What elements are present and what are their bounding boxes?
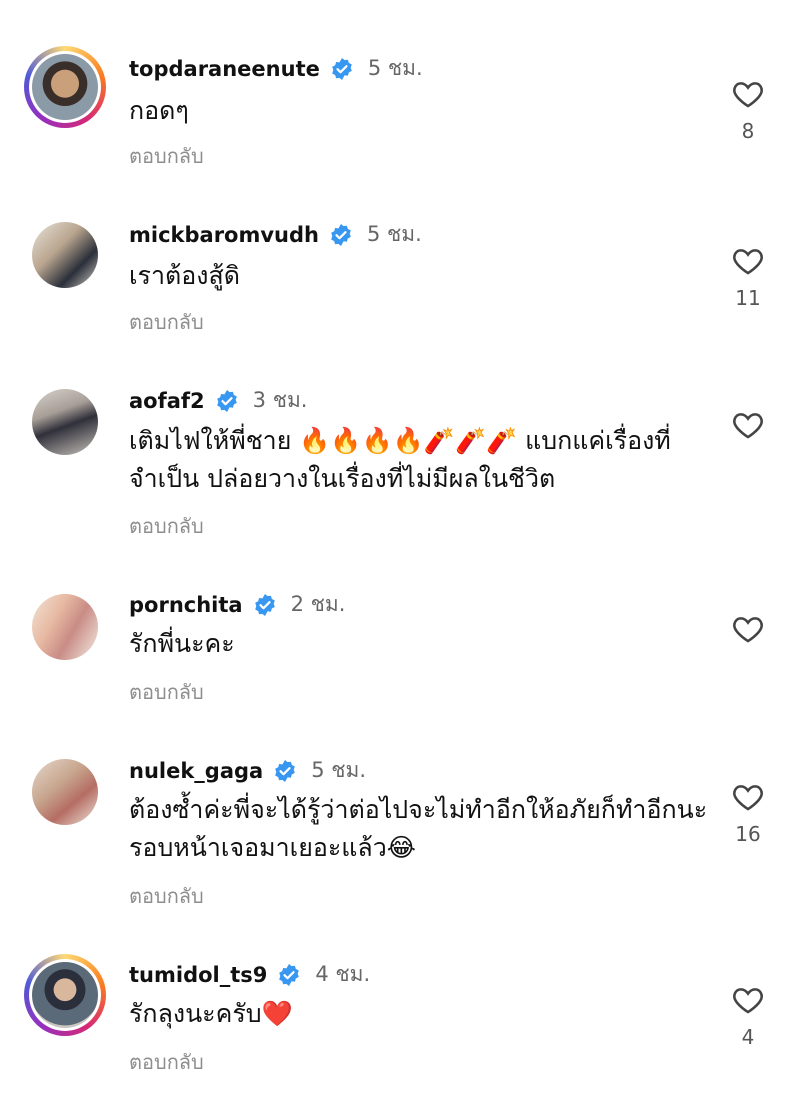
comment-time: 5 ชม. xyxy=(311,758,367,782)
avatar-image xyxy=(32,962,98,1028)
comment-text: ต้องซ้ำค่ะพี่จะได้รู้ว่าต่อไปจะไม่ทำอีกใ… xyxy=(129,795,708,862)
comment-text: รักพี่นะคะ xyxy=(129,629,235,658)
avatar[interactable] xyxy=(24,381,106,463)
like-control xyxy=(728,408,768,450)
avatar-image xyxy=(32,54,98,120)
username[interactable]: aofaf2 xyxy=(129,389,205,413)
comment-header: tumidol_ts9 4 ชม. xyxy=(129,958,370,991)
username[interactable]: nulek_gaga xyxy=(129,759,263,783)
avatar-image xyxy=(32,389,98,455)
comment-header: aofaf2 3 ชม. xyxy=(129,384,307,417)
heart-outline-icon[interactable] xyxy=(731,612,765,646)
avatar-image xyxy=(32,594,98,660)
comment-time: 5 ชม. xyxy=(367,56,423,80)
like-count: 16 xyxy=(735,822,761,846)
avatar[interactable] xyxy=(24,954,106,1036)
like-count: 11 xyxy=(735,286,761,310)
username[interactable]: pornchita xyxy=(129,593,243,617)
verified-badge-icon xyxy=(331,223,351,246)
username[interactable]: topdaraneenute xyxy=(129,57,320,81)
like-control: 4 xyxy=(728,983,768,1049)
reply-button[interactable]: ตอบกลับ xyxy=(129,510,204,542)
verified-badge-icon xyxy=(254,593,275,616)
comment-text: เติมไฟให้พี่ชาย 🔥🔥🔥🔥🧨🧨🧨 แบกแค่เรื่องที่จ… xyxy=(129,426,671,493)
reply-button[interactable]: ตอบกลับ xyxy=(129,306,204,338)
like-control: 8 xyxy=(728,77,768,143)
avatar-image xyxy=(32,222,98,288)
reply-button[interactable]: ตอบกลับ xyxy=(129,880,204,912)
like-control: 16 xyxy=(728,780,768,846)
comment-time: 5 ชม. xyxy=(366,222,422,246)
reply-button[interactable]: ตอบกลับ xyxy=(129,1046,204,1078)
heart-outline-icon[interactable] xyxy=(731,780,765,814)
comment-text: เราต้องสู้ดิ xyxy=(129,261,240,290)
reply-button[interactable]: ตอบกลับ xyxy=(129,676,204,708)
avatar-image xyxy=(32,759,98,825)
verified-badge-icon xyxy=(216,389,237,412)
heart-outline-icon[interactable] xyxy=(731,77,765,111)
username[interactable]: mickbaromvudh xyxy=(129,223,319,247)
comment-text: กอดๆ xyxy=(129,96,189,125)
avatar[interactable] xyxy=(24,46,106,128)
like-control xyxy=(728,612,768,654)
username[interactable]: tumidol_ts9 xyxy=(129,963,267,987)
like-count: 4 xyxy=(741,1025,755,1049)
verified-badge-icon xyxy=(332,57,352,80)
comment-header: pornchita 2 ชม. xyxy=(129,588,345,621)
heart-outline-icon[interactable] xyxy=(731,983,765,1017)
verified-badge-icon xyxy=(279,963,300,986)
comment-header: mickbaromvudh 5 ชม. xyxy=(129,218,422,251)
comment-time: 2 ชม. xyxy=(290,592,346,616)
avatar[interactable] xyxy=(24,214,106,296)
reply-button[interactable]: ตอบกลับ xyxy=(129,140,204,172)
avatar[interactable] xyxy=(24,586,106,668)
like-count: 8 xyxy=(741,119,755,143)
like-control: 11 xyxy=(728,244,768,310)
heart-outline-icon[interactable] xyxy=(731,408,765,442)
comment-text: รักลุงนะครับ❤️ xyxy=(129,999,293,1028)
comment-time: 3 ชม. xyxy=(252,388,308,412)
comment-header: nulek_gaga 5 ชม. xyxy=(129,754,366,787)
comment-time: 4 ชม. xyxy=(315,962,371,986)
heart-outline-icon[interactable] xyxy=(731,244,765,278)
avatar[interactable] xyxy=(24,751,106,833)
verified-badge-icon xyxy=(275,759,296,782)
comment-header: topdaraneenute 5 ชม. xyxy=(129,52,423,85)
